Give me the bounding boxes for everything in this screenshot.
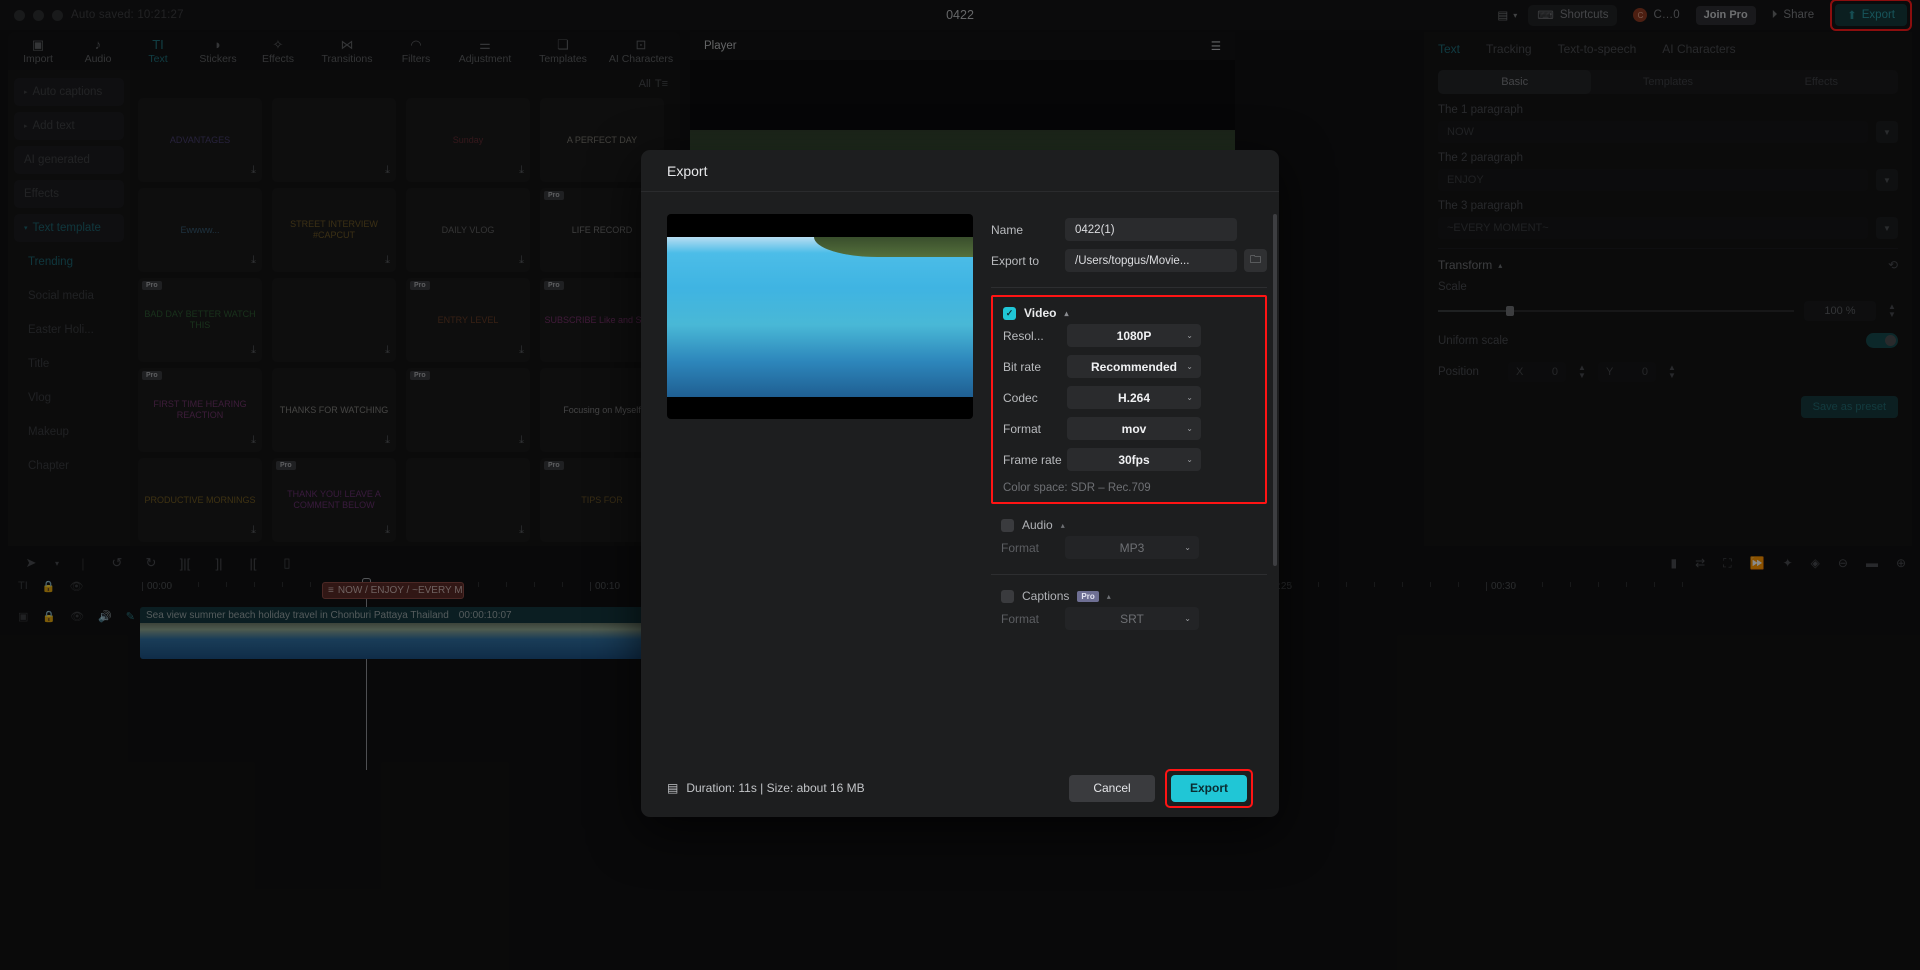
framerate-value: 30fps (1118, 452, 1150, 467)
cancel-button[interactable]: Cancel (1069, 774, 1155, 802)
audio-format-value: MP3 (1119, 540, 1145, 555)
bitrate-row: Bit rate Recommended ⌄ (993, 351, 1265, 382)
audio-checkbox[interactable] (1001, 518, 1014, 532)
export-preview-image (667, 236, 973, 397)
video-checkbox[interactable]: ✓ (1003, 306, 1016, 320)
bitrate-select[interactable]: Recommended ⌄ (1067, 355, 1201, 378)
codec-value: H.264 (1117, 390, 1151, 405)
footer-actions: Cancel Export (1069, 768, 1253, 808)
resolution-label: Resol... (1003, 328, 1044, 343)
export-confirm-button[interactable]: Export (1171, 774, 1247, 802)
duration-text: Duration: 11s | Size: about 16 MB (686, 781, 865, 795)
codec-row: Codec H.264 ⌄ (993, 382, 1265, 413)
folder-icon[interactable]: 🗀 (1244, 249, 1267, 272)
framerate-select[interactable]: 30fps ⌄ (1067, 448, 1201, 471)
video-section-header[interactable]: ✓ Video ▴ (993, 306, 1265, 320)
chevron-down-icon: ⌄ (1186, 331, 1193, 340)
format-value: mov (1121, 421, 1147, 436)
export-to-label: Export to (991, 253, 1040, 268)
audio-label: Audio (1022, 518, 1053, 532)
format-select[interactable]: mov ⌄ (1067, 417, 1201, 440)
video-label: Video (1024, 306, 1057, 320)
export-preview-column (667, 214, 973, 634)
export-dialog-header: Export (641, 150, 1279, 192)
export-dialog: Export Name 0422(1) Export to /Users/top… (641, 150, 1279, 817)
audio-format-row: Format MP3 ⌄ (991, 532, 1267, 563)
chevron-up-icon[interactable]: ▴ (1107, 592, 1111, 601)
chevron-up-icon[interactable]: ▴ (1061, 521, 1065, 530)
framerate-label: Frame rate (1003, 452, 1062, 467)
format-label: Format (1003, 421, 1042, 436)
captions-label: Captions (1022, 589, 1070, 603)
captions-format-label: Format (1001, 611, 1040, 626)
format-row: Format mov ⌄ (993, 413, 1265, 444)
audio-format-select[interactable]: MP3 ⌄ (1065, 536, 1199, 559)
color-space-text: Color space: SDR – Rec.709 (1003, 482, 1151, 494)
codec-label: Codec (1003, 390, 1038, 405)
form-divider (991, 287, 1267, 288)
captions-pro-badge: Pro (1077, 590, 1099, 602)
export-to-row: Export to /Users/topgus/Movie... 🗀 (991, 245, 1267, 276)
preview-land-decoration (813, 236, 973, 257)
codec-select[interactable]: H.264 ⌄ (1067, 386, 1201, 409)
chevron-down-icon: ⌄ (1186, 393, 1193, 402)
bitrate-value: Recommended (1090, 359, 1178, 374)
chevron-down-icon: ⌄ (1184, 614, 1191, 623)
chevron-down-icon: ⌄ (1186, 455, 1193, 464)
captions-checkbox[interactable] (1001, 589, 1014, 603)
resolution-row: Resol... 1080P ⌄ (993, 320, 1265, 351)
export-preview (667, 214, 973, 419)
duration-info: ▤ Duration: 11s | Size: about 16 MB (667, 781, 865, 795)
resolution-select[interactable]: 1080P ⌄ (1067, 324, 1201, 347)
name-row: Name 0422(1) (991, 214, 1267, 245)
film-icon: ▤ (667, 781, 679, 795)
export-form-column: Name 0422(1) Export to /Users/topgus/Mov… (973, 214, 1277, 634)
export-dialog-title: Export (667, 162, 708, 179)
framerate-row: Frame rate 30fps ⌄ (993, 444, 1265, 475)
audio-format-label: Format (1001, 540, 1040, 555)
export-to-input[interactable]: /Users/topgus/Movie... (1065, 249, 1237, 272)
captions-format-select[interactable]: SRT ⌄ (1065, 607, 1199, 630)
captions-section-header[interactable]: Captions Pro ▴ (991, 589, 1267, 603)
name-input[interactable]: 0422(1) (1065, 218, 1237, 241)
export-form-scrollbar[interactable] (1273, 214, 1277, 566)
resolution-value: 1080P (1116, 328, 1152, 343)
export-dialog-footer: ▤ Duration: 11s | Size: about 16 MB Canc… (641, 759, 1279, 817)
bitrate-label: Bit rate (1003, 359, 1042, 374)
export-confirm-highlight: Export (1165, 768, 1253, 808)
captions-format-value: SRT (1120, 611, 1144, 626)
captions-format-row: Format SRT ⌄ (991, 603, 1267, 634)
export-dialog-body: Name 0422(1) Export to /Users/topgus/Mov… (641, 192, 1279, 634)
name-label: Name (991, 222, 1024, 237)
capcut-editor-window: Auto saved: 10:21:27 0422 ▤ ▾ ⌨ Shortcut… (0, 0, 1920, 970)
video-section-highlight: ✓ Video ▴ Resol... 1080P ⌄ Bit rate Reco… (991, 295, 1267, 504)
chevron-down-icon: ⌄ (1186, 362, 1193, 371)
chevron-down-icon: ⌄ (1186, 424, 1193, 433)
audio-section-header[interactable]: Audio ▴ (991, 518, 1267, 532)
chevron-down-icon: ⌄ (1184, 543, 1191, 552)
chevron-up-icon[interactable]: ▴ (1064, 309, 1068, 318)
